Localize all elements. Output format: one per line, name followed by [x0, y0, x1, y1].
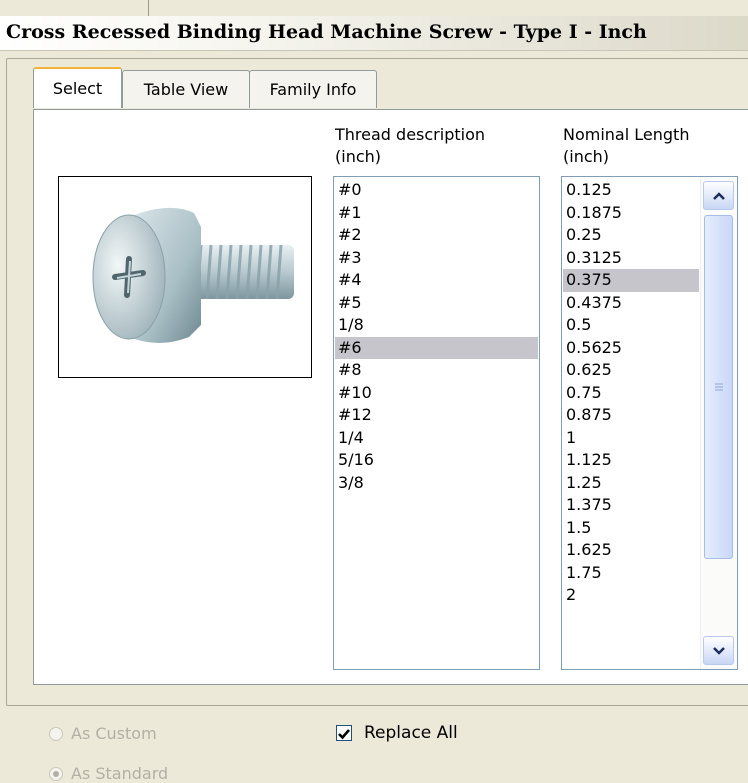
- replace-all-label: Replace All: [364, 723, 458, 743]
- length-list-item[interactable]: 1.625: [563, 539, 699, 562]
- thread-list-item[interactable]: #6: [335, 336, 538, 359]
- scroll-down-button[interactable]: [703, 636, 734, 665]
- length-list-item[interactable]: 2: [563, 584, 699, 607]
- thread-list-item[interactable]: #2: [335, 224, 538, 247]
- checkbox-box: [336, 725, 352, 741]
- dialog-title: Cross Recessed Binding Head Machine Scre…: [6, 21, 647, 43]
- length-list-item[interactable]: 1.75: [563, 562, 699, 585]
- as-standard-label: As Standard: [71, 764, 169, 783]
- length-list-item[interactable]: 0.25: [563, 224, 699, 247]
- length-list-item[interactable]: 0.625: [563, 359, 699, 382]
- scroll-up-button[interactable]: [703, 181, 734, 210]
- length-list-item[interactable]: 0.375: [563, 269, 699, 292]
- as-standard-radio[interactable]: As Standard: [49, 764, 168, 783]
- nominal-length-header: Nominal Length (inch): [563, 125, 690, 166]
- thread-description-list[interactable]: #0 #1 #2 #3 #4 #5 1/8 #6 #8 #10 #12 1/4 5/16 3/8: [333, 176, 540, 670]
- as-custom-label: As Custom: [71, 724, 157, 743]
- radio-indicator: [49, 766, 63, 781]
- length-items: 0.125 0.1875 0.25 0.3125 0.375 0.4375 0.5 0.562…: [563, 179, 699, 607]
- thread-list-item[interactable]: #0: [335, 179, 538, 202]
- length-list-item[interactable]: 0.3125: [563, 247, 699, 270]
- replace-all-checkbox[interactable]: Replace All: [336, 723, 458, 743]
- length-list-item[interactable]: 1: [563, 427, 699, 450]
- scroll-thumb[interactable]: [704, 215, 733, 559]
- length-scrollbar[interactable]: [700, 177, 737, 669]
- tab-table-view[interactable]: Table View: [122, 70, 250, 108]
- thread-list-item[interactable]: 1/4: [335, 427, 538, 450]
- machine-screw-image: [92, 207, 294, 343]
- thread-list-item[interactable]: #5: [335, 292, 538, 315]
- dialog-title-bar: Cross Recessed Binding Head Machine Scre…: [0, 16, 748, 51]
- grip-icon: [714, 383, 723, 391]
- screw-preview: [58, 176, 312, 378]
- thread-list-item[interactable]: #8: [335, 359, 538, 382]
- length-list-item[interactable]: 0.4375: [563, 292, 699, 315]
- length-list-item[interactable]: 0.5625: [563, 337, 699, 360]
- thread-list-item[interactable]: #1: [335, 202, 538, 225]
- tab-family-info[interactable]: Family Info: [249, 70, 377, 108]
- thread-list-item[interactable]: #10: [335, 382, 538, 405]
- thread-list-item[interactable]: 5/16: [335, 449, 538, 472]
- length-list-item[interactable]: 0.1875: [563, 202, 699, 225]
- thread-description-header: Thread description (inch): [335, 125, 485, 166]
- thread-list-item[interactable]: 1/8: [335, 314, 538, 337]
- as-custom-radio[interactable]: As Custom: [49, 724, 157, 743]
- tab-select[interactable]: Select: [33, 67, 122, 108]
- checkmark-icon: [338, 729, 350, 740]
- length-list-item[interactable]: 0.5: [563, 314, 699, 337]
- chevron-down-icon: [712, 646, 725, 655]
- thread-items: #0 #1 #2 #3 #4 #5 1/8 #6 #8 #10 #12 1/4 5/16 3/8: [335, 179, 538, 494]
- length-list-item[interactable]: 1.5: [563, 517, 699, 540]
- top-strip-segment: [0, 0, 149, 16]
- thread-list-item[interactable]: #4: [335, 269, 538, 292]
- thread-list-item[interactable]: 3/8: [335, 472, 538, 495]
- length-list-item[interactable]: 0.125: [563, 179, 699, 202]
- thread-list-item[interactable]: #12: [335, 404, 538, 427]
- radio-indicator: [49, 726, 63, 741]
- length-list-item[interactable]: 1.25: [563, 472, 699, 495]
- length-list-item[interactable]: 0.875: [563, 404, 699, 427]
- nominal-length-list[interactable]: 0.125 0.1875 0.25 0.3125 0.375 0.4375 0.5 0.562…: [561, 176, 738, 670]
- chevron-up-icon: [712, 191, 725, 200]
- length-list-item[interactable]: 1.125: [563, 449, 699, 472]
- length-list-item[interactable]: 1.375: [563, 494, 699, 517]
- length-list-item[interactable]: 0.75: [563, 382, 699, 405]
- top-strip: [0, 0, 748, 16]
- thread-list-item[interactable]: #3: [335, 247, 538, 270]
